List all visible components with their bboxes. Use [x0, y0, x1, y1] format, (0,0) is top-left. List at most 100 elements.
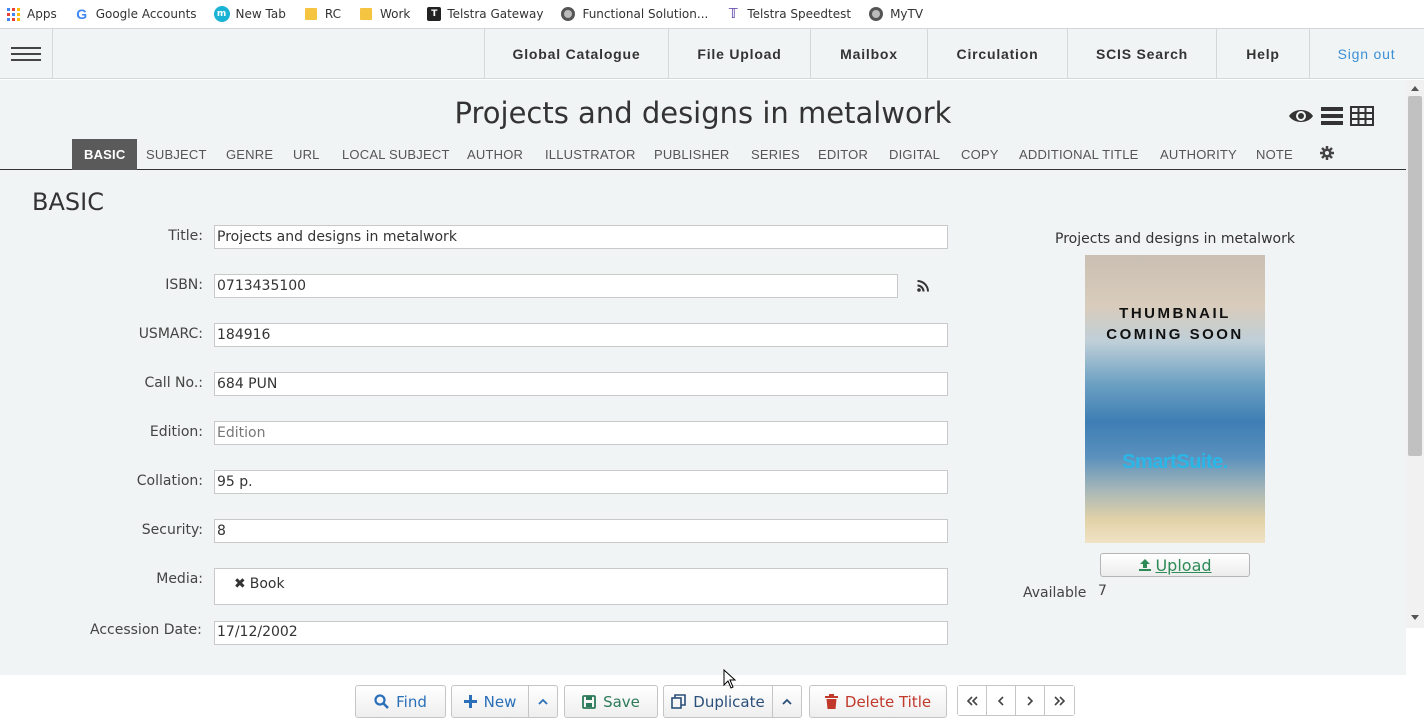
first-record-button[interactable] [958, 686, 987, 715]
tab-illustrator[interactable]: ILLUSTRATOR [545, 139, 636, 170]
record-pager [957, 685, 1075, 716]
folder-icon [303, 6, 319, 22]
double-chevron-left-icon [966, 695, 978, 706]
usmarc-input[interactable] [214, 323, 948, 347]
page-title: Projects and designs in metalwork [454, 96, 952, 130]
remove-tag-icon[interactable]: ✖ [234, 576, 246, 592]
double-chevron-right-icon [1053, 695, 1065, 706]
bookmark-label: Telstra Speedtest [747, 7, 852, 21]
nav-scis-search[interactable]: SCIS Search [1068, 29, 1217, 79]
available-label: Available [1023, 585, 1087, 601]
call-no-label: Call No.: [144, 375, 203, 391]
previous-record-button[interactable] [987, 686, 1016, 715]
tab-subject[interactable]: SUBJECT [146, 139, 207, 170]
hamburger-menu-icon[interactable] [0, 29, 53, 79]
eye-icon[interactable] [1288, 107, 1314, 125]
bookmark-telstra-gateway[interactable]: T Telstra Gateway [427, 7, 543, 21]
available-value: 7 [1098, 583, 1107, 599]
bookmark-label: RC [324, 7, 341, 21]
new-label: New [483, 692, 517, 711]
tab-copy[interactable]: COPY [961, 139, 999, 170]
list-view-icon[interactable] [1321, 106, 1343, 126]
security-label: Security: [141, 522, 203, 538]
tab-authority[interactable]: AUTHORITY [1160, 139, 1237, 170]
nav-circulation[interactable]: Circulation [928, 29, 1068, 79]
duplicate-button[interactable]: Duplicate [663, 685, 773, 718]
tab-digital[interactable]: DIGITAL [889, 139, 940, 170]
next-record-button[interactable] [1016, 686, 1045, 715]
newtab-icon: m [213, 6, 230, 22]
bookmark-label: Telstra Gateway [447, 7, 544, 21]
upload-button[interactable]: Upload [1100, 553, 1250, 577]
bookmark-work[interactable]: Work [358, 6, 410, 22]
bookmark-mytv[interactable]: MyTV [868, 6, 923, 22]
duplicate-dropdown-button[interactable] [772, 685, 802, 718]
grid-view-icon[interactable] [1350, 106, 1374, 126]
bookmark-telstra-speedtest[interactable]: 𝕋 Telstra Speedtest [725, 6, 851, 22]
upload-icon [1139, 559, 1152, 571]
bookmark-functional-solution[interactable]: Functional Solution... [560, 6, 708, 22]
usmarc-label: USMARC: [138, 326, 203, 342]
bookmark-new-tab[interactable]: m New Tab [213, 6, 286, 22]
gear-icon[interactable] [1320, 146, 1334, 160]
tab-additional-title[interactable]: ADDITIONAL TITLE [1019, 139, 1139, 170]
bookmark-rc[interactable]: RC [303, 6, 341, 22]
media-label: Media: [156, 571, 203, 587]
save-button[interactable]: Save [564, 685, 658, 718]
collation-label: Collation: [136, 473, 203, 489]
title-input[interactable] [214, 225, 948, 249]
find-button[interactable]: Find [355, 685, 446, 718]
chevron-right-icon [1027, 695, 1034, 706]
edition-label: Edition: [149, 424, 203, 440]
new-dropdown-button[interactable] [528, 685, 558, 718]
accession-date-label: Accession Date: [90, 622, 202, 638]
new-button[interactable]: New [451, 685, 529, 718]
bookmark-apps[interactable]: Apps [5, 6, 57, 22]
nav-help[interactable]: Help [1217, 29, 1310, 79]
scroll-down-arrow-icon[interactable] [1411, 615, 1419, 620]
tab-publisher[interactable]: PUBLISHER [654, 139, 730, 170]
chevron-up-icon [782, 698, 792, 705]
nav-file-upload[interactable]: File Upload [669, 29, 811, 79]
smartsuite-logo: SmartSuite. [1122, 451, 1228, 473]
media-tag-label: Book [249, 576, 285, 592]
chevron-left-icon [997, 695, 1004, 706]
top-nav: Global Catalogue File Upload Mailbox Cir… [0, 29, 1424, 79]
vertical-scrollbar[interactable] [1406, 80, 1424, 628]
tab-series[interactable]: SERIES [751, 139, 800, 170]
tab-basic[interactable]: BASIC [72, 139, 138, 170]
find-label: Find [396, 692, 427, 711]
bookmark-label: New Tab [235, 7, 286, 21]
delete-title-button[interactable]: Delete Title [809, 685, 947, 718]
delete-title-label: Delete Title [844, 692, 932, 711]
bookmark-label: Google Accounts [95, 7, 197, 21]
duplicate-label: Duplicate [693, 692, 765, 711]
tab-editor[interactable]: EDITOR [818, 139, 868, 170]
scroll-up-arrow-icon[interactable] [1411, 86, 1419, 91]
tab-note[interactable]: NOTE [1256, 139, 1293, 170]
media-select[interactable]: ✖ Book [214, 568, 948, 605]
last-record-button[interactable] [1045, 686, 1074, 715]
tab-author[interactable]: AUTHOR [467, 139, 523, 170]
edition-input[interactable] [214, 421, 948, 445]
isbn-input[interactable] [214, 274, 898, 298]
nav-global-catalogue[interactable]: Global Catalogue [485, 29, 669, 79]
tab-local-subject[interactable]: LOCAL SUBJECT [342, 139, 450, 170]
rss-icon[interactable] [916, 279, 930, 293]
call-no-input[interactable] [214, 372, 948, 396]
bookmark-label: Functional Solution... [582, 7, 709, 21]
google-icon: G [76, 6, 88, 22]
apps-icon [5, 6, 21, 22]
record-tabs: BASIC SUBJECT GENRE URL LOCAL SUBJECT AU… [0, 138, 1406, 170]
collation-input[interactable] [214, 470, 948, 494]
thumbnail-caption: Projects and designs in metalwork [1055, 231, 1295, 247]
scroll-thumb[interactable] [1408, 96, 1422, 456]
nav-mailbox[interactable]: Mailbox [811, 29, 928, 79]
nav-sign-out[interactable]: Sign out [1310, 29, 1423, 79]
tab-genre[interactable]: GENRE [226, 139, 273, 170]
security-input[interactable] [214, 519, 948, 543]
accession-date-input[interactable]: 17/12/2002 [214, 621, 948, 645]
chevron-up-icon [538, 698, 548, 705]
tab-url[interactable]: URL [293, 139, 320, 170]
bookmark-google-accounts[interactable]: G Google Accounts [74, 6, 197, 22]
